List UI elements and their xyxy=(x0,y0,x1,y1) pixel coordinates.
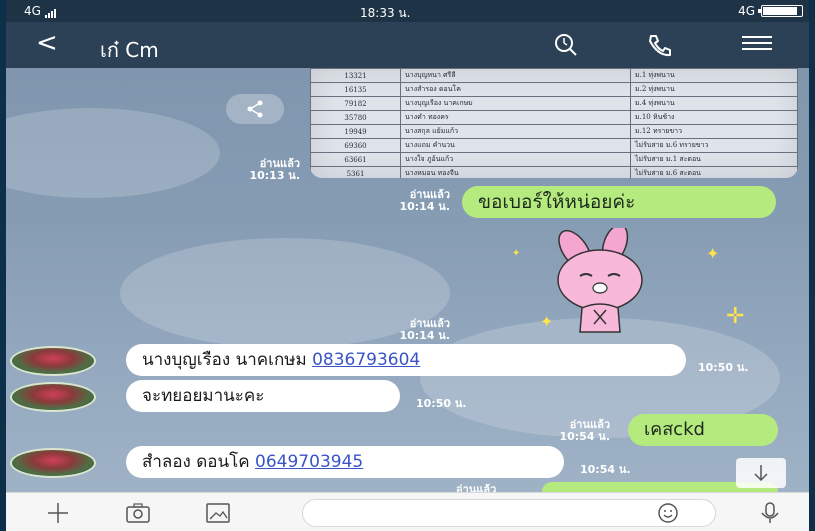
photo-table-cell: นางแถม คำนวน xyxy=(400,138,631,153)
avatar[interactable] xyxy=(10,346,96,376)
message-time: 10:14 น. xyxy=(399,200,450,213)
photo-table-cell: นางสกุล แย้มแก้ว xyxy=(400,124,631,139)
photo-message[interactable]: 13321 นางบุญหนา ศรีลี ม.1 ทุ่งพนาน 16135 นาง… xyxy=(310,68,798,178)
battery-icon xyxy=(758,5,803,17)
sent-message-bubble[interactable]: เคสckd xyxy=(628,414,778,446)
photo-table-cell: 35780 xyxy=(310,110,401,125)
avatar[interactable] xyxy=(10,448,96,478)
signal-icon xyxy=(44,8,56,18)
photo-table-cell: ไม่รับสาย ม.6 ทรายขาว xyxy=(630,138,798,153)
chat-header: < เก๋ Cm xyxy=(0,22,815,68)
share-button[interactable] xyxy=(226,94,284,124)
message-time: 10:14 น. xyxy=(399,329,450,342)
image-icon[interactable] xyxy=(204,501,232,525)
read-receipt: อ่านแล้ว 10:13 น. xyxy=(210,158,300,182)
chevron-down-icon xyxy=(754,465,768,482)
photo-table-row: 63661 นางใจ ภูอ้นแก้ว ไม่รับสาย ม.1 สะตอน xyxy=(310,152,798,167)
photo-table-row: 79182 นางบุญเรือง นาคเกษม ม.4 ทุ่งพนาน xyxy=(310,96,798,111)
emoji-icon[interactable] xyxy=(654,502,682,524)
photo-table-cell: 63661 xyxy=(310,152,401,167)
photo-table-cell: 19949 xyxy=(310,124,401,139)
photo-table-cell: ม.10 หินช้าง xyxy=(630,110,798,125)
photo-table-row: 35780 นางคำ ทองคร ม.10 หินช้าง xyxy=(310,110,798,125)
sent-message-bubble[interactable]: ขอเบอร์ให้หน่อยค่ะ xyxy=(462,186,776,218)
photo-table-row: 5361 นางหมอน ทองจีน ไม่รับสาย ม.6 สะตอน xyxy=(310,166,798,178)
sparkle-icon: ✦ xyxy=(540,312,554,331)
photo-table: 13321 นางบุญหนา ศรีลี ม.1 ทุ่งพนาน 16135 นาง… xyxy=(310,68,798,178)
received-message-bubble[interactable]: นางบุญเรือง นาคเกษม 0836793604 xyxy=(126,344,686,376)
message-time: 10:54 น. xyxy=(559,430,610,443)
back-arrow-icon[interactable]: < xyxy=(36,30,58,56)
photo-table-cell: ม.4 ทุ่งพนาน xyxy=(630,96,798,111)
read-receipt: อ่านแล้ว 10:14 น. xyxy=(360,318,450,342)
avatar[interactable] xyxy=(10,382,96,412)
camera-icon[interactable] xyxy=(124,501,152,525)
read-receipt: อ่านแล้ว 10:14 น. xyxy=(360,189,450,213)
photo-table-cell: นางคำ ทองคร xyxy=(400,110,631,125)
message-input-bar xyxy=(0,492,815,531)
phone-icon[interactable] xyxy=(646,32,674,58)
read-label: อ่านแล้ว xyxy=(456,483,497,493)
message-time: 10:50 น. xyxy=(698,361,749,374)
network-label: 4G xyxy=(24,4,41,18)
sparkle-icon: ✦ xyxy=(512,248,521,259)
sparkle-icon: ✦ xyxy=(706,244,720,263)
frame-right xyxy=(809,0,815,531)
photo-table-cell: นางสำรอง ดอนโค xyxy=(400,82,631,97)
message-time: 10:13 น. xyxy=(249,169,300,182)
phone-link[interactable]: 0649703945 xyxy=(255,452,363,472)
photo-table-cell: ม.2 ทุ่งพนาน xyxy=(630,82,798,97)
chat-title: เก๋ Cm xyxy=(100,38,159,62)
photo-table-cell: ม.1 ทุ่งพนาน xyxy=(630,68,798,83)
bunny-sticker[interactable] xyxy=(540,224,680,338)
photo-table-row: 69360 นางแถม คำนวน ไม่รับสาย ม.6 ทรายขาว xyxy=(310,138,798,153)
photo-table-cell: นางบุญหนา ศรีลี xyxy=(400,68,631,83)
search-icon[interactable] xyxy=(552,32,580,58)
message-text: สำลอง ดอนโค xyxy=(142,452,250,472)
status-time: 18:33 น. xyxy=(360,6,411,20)
background-cloud xyxy=(0,108,220,198)
photo-table-row: 19949 นางสกุล แย้มแก้ว ม.12 ทรายขาว xyxy=(310,124,798,139)
scroll-down-button[interactable] xyxy=(736,458,786,488)
photo-table-cell: นางหมอน ทองจีน xyxy=(400,166,631,178)
received-message-bubble[interactable]: สำลอง ดอนโค 0649703945 xyxy=(126,446,564,478)
network-label-right: 4G xyxy=(738,4,755,18)
share-icon xyxy=(247,100,263,118)
photo-table-row: 13321 นางบุญหนา ศรีลี ม.1 ทุ่งพนาน xyxy=(310,68,798,83)
phone-link[interactable]: 0836793604 xyxy=(312,350,420,370)
network-indicator: 4G xyxy=(24,4,56,18)
menu-icon[interactable] xyxy=(742,32,772,58)
message-time: 10:54 น. xyxy=(580,463,631,476)
photo-table-cell: 16135 xyxy=(310,82,401,97)
photo-table-cell: นางบุญเรือง นาคเกษม xyxy=(400,96,631,111)
photo-table-cell: 13321 xyxy=(310,68,401,83)
frame-left xyxy=(0,0,6,531)
received-message-bubble[interactable]: จะทยอยมานะคะ xyxy=(126,380,400,412)
chat-area[interactable]: 13321 นางบุญหนา ศรีลี ม.1 ทุ่งพนาน 16135 นาง… xyxy=(0,68,815,492)
sparkle-icon: ✛ xyxy=(726,304,745,329)
photo-table-cell: 5361 xyxy=(310,166,401,178)
mic-icon[interactable] xyxy=(756,501,784,525)
photo-table-cell: นางใจ ภูอ้นแก้ว xyxy=(400,152,631,167)
photo-table-cell: 79182 xyxy=(310,96,401,111)
status-bar: 4G 18:33 น. 4G xyxy=(0,0,815,22)
photo-table-cell: 69360 xyxy=(310,138,401,153)
status-right: 4G xyxy=(738,4,803,18)
message-text: นางบุญเรือง นาคเกษม xyxy=(142,350,307,370)
plus-icon[interactable] xyxy=(44,501,72,525)
photo-table-row: 16135 นางสำรอง ดอนโค ม.2 ทุ่งพนาน xyxy=(310,82,798,97)
photo-table-cell: ไม่รับสาย ม.1 สะตอน xyxy=(630,152,798,167)
read-receipt: อ่านแล้ว 10:54 น. xyxy=(518,419,610,443)
message-time: 10:50 น. xyxy=(416,397,467,410)
photo-table-cell: ม.12 ทรายขาว xyxy=(630,124,798,139)
photo-table-cell: ไม่รับสาย ม.6 สะตอน xyxy=(630,166,798,178)
